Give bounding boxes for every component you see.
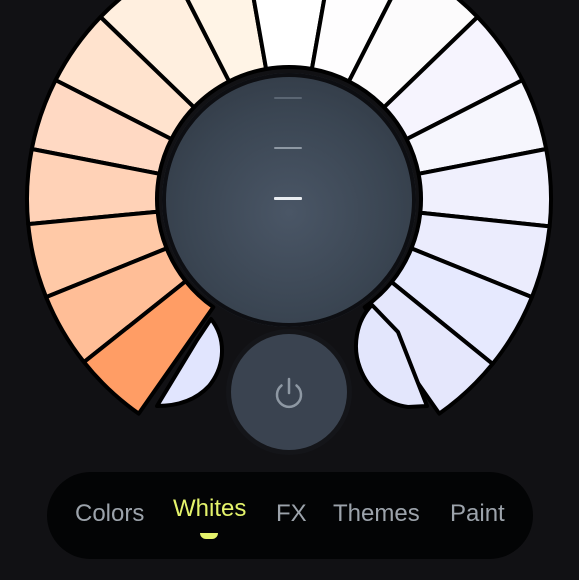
tab-colors[interactable]: Colors <box>75 499 144 529</box>
tab-paint[interactable]: Paint <box>450 499 505 529</box>
brightness-level-1[interactable] <box>274 97 302 99</box>
tab-fx[interactable]: FX <box>276 499 307 529</box>
active-tab-indicator <box>200 533 218 539</box>
white-light-control-screen: Colors Whites FX Themes Paint <box>0 0 579 580</box>
tab-whites[interactable]: Whites <box>173 494 246 524</box>
brightness-level-2[interactable] <box>274 147 302 149</box>
mode-tab-bar: Colors Whites FX Themes Paint <box>47 472 533 559</box>
power-button[interactable] <box>231 334 347 450</box>
tab-themes[interactable]: Themes <box>333 499 420 529</box>
brightness-dial[interactable] <box>162 73 416 327</box>
power-icon <box>275 377 303 409</box>
brightness-level-3[interactable] <box>274 197 302 200</box>
